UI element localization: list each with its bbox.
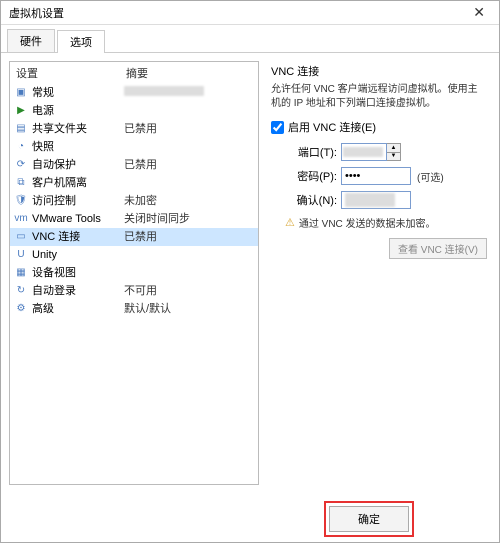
- confirm-label: 确认(N):: [289, 192, 337, 208]
- enable-vnc-checkbox[interactable]: [271, 121, 284, 134]
- item-icon: ▤: [14, 122, 28, 136]
- item-icon: ⟳: [14, 158, 28, 172]
- item-label: 设备视图: [32, 265, 124, 281]
- item-summary: 已禁用: [124, 121, 157, 137]
- item-icon: ▶: [14, 104, 28, 118]
- list-item[interactable]: ▤ 共享文件夹已禁用: [10, 120, 258, 138]
- item-icon: ▣: [14, 86, 28, 100]
- item-label: 常规: [32, 85, 124, 101]
- item-label: 高级: [32, 301, 124, 317]
- list-item[interactable]: 🛡 访问控制未加密: [10, 192, 258, 210]
- port-input[interactable]: [341, 143, 387, 161]
- item-label: Unity: [32, 247, 124, 263]
- list-item[interactable]: ◔ 快照: [10, 138, 258, 156]
- close-icon[interactable]: ✕: [467, 4, 491, 21]
- item-summary: 已禁用: [124, 157, 157, 173]
- warning-icon: ⚠: [285, 216, 295, 229]
- item-summary: 关闭时间同步: [124, 211, 190, 227]
- item-icon: ◔: [14, 140, 28, 154]
- password-input[interactable]: [341, 167, 411, 185]
- item-label: 电源: [32, 103, 124, 119]
- list-item[interactable]: ▭ VNC 连接已禁用: [10, 228, 258, 246]
- item-summary: 不可用: [124, 283, 157, 299]
- list-item[interactable]: U Unity: [10, 246, 258, 264]
- item-label: 客户机隔离: [32, 175, 124, 191]
- chevron-up-icon[interactable]: ▲: [387, 144, 400, 153]
- tab-options[interactable]: 选项: [57, 30, 105, 53]
- view-connections-button: 查看 VNC 连接(V): [389, 238, 487, 259]
- chevron-down-icon[interactable]: ▼: [387, 153, 400, 161]
- col-setting: 设置: [16, 65, 126, 81]
- vnc-panel: VNC 连接 允许任何 VNC 客户端远程访问虚拟机。使用主机的 IP 地址和下…: [267, 61, 491, 485]
- item-icon: ⧉: [14, 176, 28, 190]
- item-label: 自动保护: [32, 157, 124, 173]
- item-icon: U: [14, 248, 28, 262]
- warning-text: 通过 VNC 发送的数据未加密。: [299, 215, 436, 230]
- item-summary: 默认/默认: [124, 301, 171, 317]
- port-spinner[interactable]: ▲ ▼: [387, 143, 401, 161]
- item-icon: ↻: [14, 284, 28, 298]
- item-label: 自动登录: [32, 283, 124, 299]
- item-label: VNC 连接: [32, 229, 124, 245]
- list-item[interactable]: vm VMware Tools关闭时间同步: [10, 210, 258, 228]
- list-item[interactable]: ▣ 常规: [10, 84, 258, 102]
- enable-vnc-label: 启用 VNC 连接(E): [288, 119, 376, 135]
- window-title: 虚拟机设置: [9, 5, 64, 21]
- list-item[interactable]: ↻ 自动登录不可用: [10, 282, 258, 300]
- item-icon: ⚙: [14, 302, 28, 316]
- vnc-title: VNC 连接: [271, 63, 487, 79]
- settings-list: 设置 摘要 ▣常规▶电源▤共享文件夹已禁用◔快照⟳自动保护已禁用⧉客户机隔离🛡访…: [9, 61, 259, 485]
- password-label: 密码(P):: [289, 168, 337, 184]
- list-item[interactable]: ⧉ 客户机隔离: [10, 174, 258, 192]
- confirm-input[interactable]: [341, 191, 411, 209]
- item-summary: 未加密: [124, 193, 157, 209]
- item-summary: 已禁用: [124, 229, 157, 245]
- vnc-desc: 允许任何 VNC 客户端远程访问虚拟机。使用主机的 IP 地址和下列端口连接虚拟…: [271, 83, 487, 111]
- item-label: 访问控制: [32, 193, 124, 209]
- list-item[interactable]: ▦ 设备视图: [10, 264, 258, 282]
- list-item[interactable]: ⟳ 自动保护已禁用: [10, 156, 258, 174]
- port-label: 端口(T):: [289, 144, 337, 160]
- item-icon: vm: [14, 212, 28, 226]
- item-label: 快照: [32, 139, 124, 155]
- item-summary: [124, 85, 204, 101]
- list-item[interactable]: ▶ 电源: [10, 102, 258, 120]
- item-icon: ▭: [14, 230, 28, 244]
- item-icon: ▦: [14, 266, 28, 280]
- list-item[interactable]: ⚙ 高级默认/默认: [10, 300, 258, 318]
- ok-button[interactable]: 确定: [329, 506, 409, 532]
- item-label: 共享文件夹: [32, 121, 124, 137]
- tab-hardware[interactable]: 硬件: [7, 29, 55, 52]
- col-summary: 摘要: [126, 65, 148, 81]
- item-label: VMware Tools: [32, 211, 124, 227]
- item-icon: 🛡: [14, 194, 28, 208]
- password-optional: (可选): [417, 169, 444, 184]
